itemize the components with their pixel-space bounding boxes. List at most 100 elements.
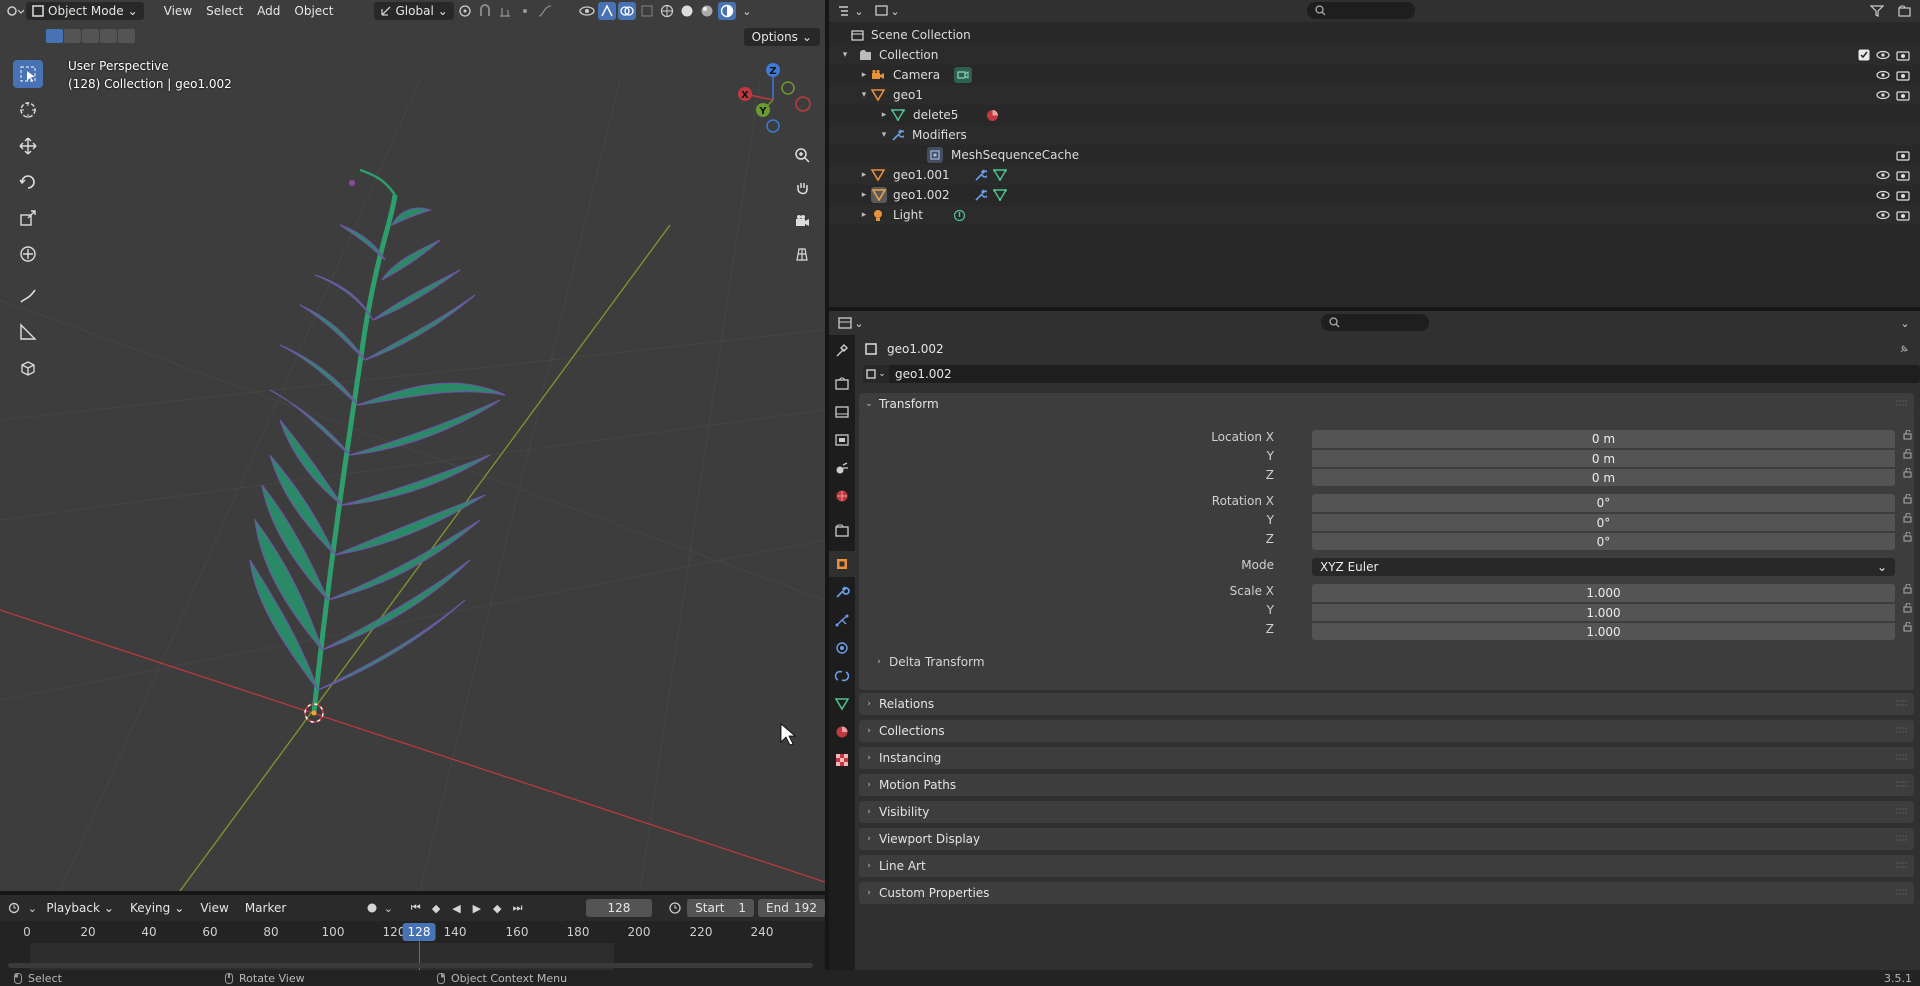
scale-tool[interactable] [13, 204, 43, 232]
pin-icon[interactable] [1898, 343, 1910, 355]
editor-type-icon[interactable] [6, 2, 24, 20]
expand-chevron-icon[interactable]: ▸ [829, 190, 871, 200]
jump-start-icon[interactable]: ⏮ [408, 899, 424, 917]
material-icon[interactable] [986, 109, 999, 122]
lock-icon[interactable] [1903, 513, 1913, 523]
prev-keyframe-icon[interactable]: ◆ [428, 899, 444, 917]
drag-handle-icon[interactable] [1896, 780, 1908, 790]
object-name-input[interactable]: geo1.002 [889, 365, 1920, 383]
render-camera-icon[interactable] [1896, 169, 1910, 181]
transform-panel-header[interactable]: ⌄ Transform [859, 393, 1914, 415]
wrench-icon[interactable] [974, 168, 987, 182]
display-mode-icon[interactable] [873, 2, 891, 20]
collections-panel-header[interactable]: › Collections [859, 720, 1914, 742]
play-reverse-icon[interactable]: ◀ [448, 899, 464, 917]
select-new-icon[interactable] [46, 29, 63, 43]
rendered-shading-icon[interactable] [717, 2, 736, 20]
light-data-icon[interactable] [953, 209, 966, 222]
rotation-mode-dropdown[interactable]: XYZ Euler ⌄ [1312, 558, 1895, 576]
next-keyframe-icon[interactable]: ◆ [489, 899, 505, 917]
zoom-icon[interactable] [789, 142, 815, 168]
snap-target-icon[interactable] [496, 2, 514, 20]
menu-keying[interactable]: Keying ⌄ [124, 899, 190, 917]
eye-icon[interactable] [1876, 210, 1890, 220]
timeline-scrollbar[interactable] [8, 963, 813, 968]
select-intersect-icon[interactable] [118, 29, 135, 43]
menu-add[interactable]: Add [251, 2, 286, 20]
visibility-panel-header[interactable]: › Visibility [859, 801, 1914, 823]
solid-shading-icon[interactable] [678, 2, 696, 20]
chevron-down-icon[interactable]: ⌄ [1896, 314, 1914, 332]
menu-timeline-view[interactable]: View [194, 899, 234, 917]
location-z-field[interactable]: 0 m [1312, 468, 1895, 486]
object-browse-icon[interactable]: ⌄ [863, 365, 889, 383]
cursor-tool[interactable] [13, 96, 43, 124]
menu-playback[interactable]: Playback ⌄ [40, 899, 120, 917]
modifier-tab-icon[interactable] [829, 579, 855, 605]
location-y-field[interactable]: 0 m [1312, 449, 1895, 467]
lock-icon[interactable] [1903, 449, 1913, 459]
current-frame-field[interactable]: 128 [586, 899, 652, 917]
select-box-tool[interactable] [13, 60, 43, 88]
camera-view-icon[interactable] [789, 208, 815, 234]
pivot-point-icon[interactable] [456, 2, 474, 20]
visibility-filter-icon[interactable] [578, 2, 596, 20]
material-shading-icon[interactable] [698, 2, 716, 20]
falloff-icon[interactable] [536, 2, 554, 20]
render-camera-icon[interactable] [1896, 209, 1910, 221]
mesh-data-icon[interactable] [992, 169, 1007, 181]
camera-data-icon[interactable] [954, 67, 973, 83]
rotate-tool[interactable] [13, 168, 43, 196]
snap-icon[interactable] [476, 2, 494, 20]
expand-chevron-icon[interactable]: ▸ [829, 110, 891, 120]
proportional-edit-icon[interactable] [516, 2, 534, 20]
outliner-row-delete5[interactable]: ▸ delete5 [829, 105, 1920, 125]
scene-tab-icon[interactable] [829, 455, 855, 481]
viewport-display-panel-header[interactable]: › Viewport Display [859, 828, 1914, 850]
outliner-row-geo1[interactable]: ▾ geo1 [829, 85, 1920, 105]
outliner-search-input[interactable] [1307, 2, 1415, 19]
custom-properties-panel-header[interactable]: › Custom Properties [859, 882, 1914, 904]
material-tab-icon[interactable] [829, 719, 855, 745]
render-camera-icon[interactable] [1896, 89, 1910, 101]
lock-icon[interactable] [1903, 532, 1913, 542]
motion-paths-panel-header[interactable]: › Motion Paths [859, 774, 1914, 796]
move-tool[interactable] [13, 132, 43, 160]
expand-chevron-icon[interactable]: ▾ [829, 90, 871, 100]
outliner-row-geo1-001[interactable]: ▸ geo1.001 [829, 165, 1920, 185]
scale-z-field[interactable]: 1.000 [1312, 622, 1895, 640]
data-tab-icon[interactable] [829, 691, 855, 717]
options-dropdown[interactable]: Options ⌄ [743, 28, 820, 46]
render-camera-icon[interactable] [1896, 149, 1910, 161]
eye-icon[interactable] [1876, 90, 1890, 100]
outliner-row-meshsequencecache[interactable]: MeshSequenceCache [829, 145, 1920, 165]
tool-tab-icon[interactable] [829, 337, 855, 363]
lock-icon[interactable] [1903, 584, 1913, 594]
expand-chevron-icon[interactable]: ▾ [829, 130, 891, 140]
properties-editor-type-icon[interactable] [837, 314, 855, 332]
transform-orientation-dropdown[interactable]: Global ⌄ [373, 2, 454, 20]
filter-icon[interactable] [1868, 2, 1886, 20]
lock-icon[interactable] [1903, 494, 1913, 504]
texture-tab-icon[interactable] [829, 747, 855, 773]
drag-handle-icon[interactable] [1896, 861, 1908, 871]
transform-tool[interactable] [13, 240, 43, 268]
location-x-field[interactable]: 0 m [1312, 430, 1895, 448]
menu-object[interactable]: Object [288, 2, 339, 20]
properties-search-input[interactable] [1321, 314, 1429, 331]
scale-y-field[interactable]: 1.000 [1312, 603, 1895, 621]
rotation-x-field[interactable]: 0° [1312, 494, 1895, 512]
eye-icon[interactable] [1876, 50, 1890, 60]
outliner-editor[interactable]: ⌄ ⌄ Scene Collection ▾ Collection ▸ Came… [829, 0, 1920, 307]
render-tab-icon[interactable] [829, 371, 855, 397]
particles-tab-icon[interactable] [829, 607, 855, 633]
wrench-icon[interactable] [974, 188, 987, 202]
menu-select[interactable]: Select [200, 2, 249, 20]
menu-view[interactable]: View [158, 2, 198, 20]
perspective-toggle-icon[interactable] [789, 241, 815, 267]
shading-options-icon[interactable]: ⌄ [738, 2, 756, 20]
eye-icon[interactable] [1876, 70, 1890, 80]
outliner-row-collection[interactable]: ▾ Collection [829, 45, 1920, 65]
pan-hand-icon[interactable] [789, 175, 815, 201]
lock-icon[interactable] [1903, 430, 1913, 440]
